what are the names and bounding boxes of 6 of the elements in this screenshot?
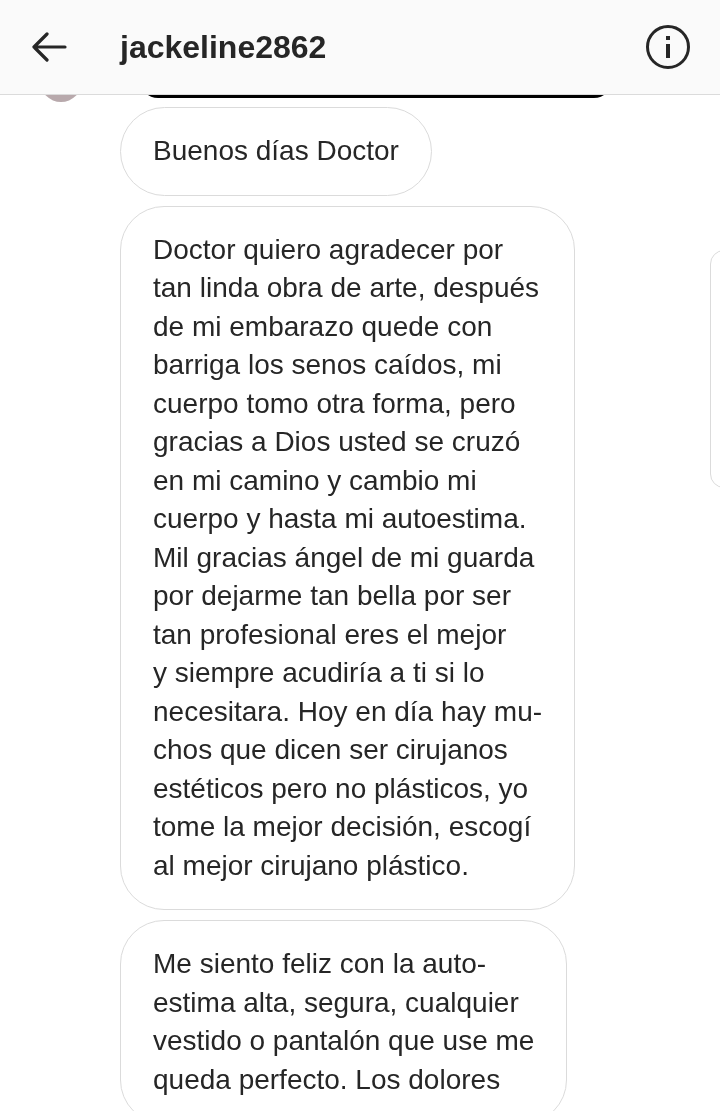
back-icon[interactable] xyxy=(30,30,68,64)
chat-title: jackeline2862 xyxy=(120,28,327,67)
message-text: Buenos días Doctor xyxy=(153,134,399,168)
message-text: Doctor quiero agradecer por tan linda obra de arte, después de mi embarazo quede con barriga los senos caídos, mi cuerpo tomo otra forma, pero gracias a Dios usted se cruzó en mi camino y cambio mi cuerpo y hasta mi autoestima. Mil gracias ángel de mi guarda por dejarme tan bella por ser tan profesional eres el mejor y siempre acudiría a ti si lo necesitara. Hoy en día hay mu- chos que dicen ser cirujanos estéticos pero no plásticos, yo tome la mejor decisión, escogí al mejor cirujano plástico. xyxy=(153,232,543,883)
message-text: Me siento feliz con la auto- estima alta, segura, cualquier vestido o pantalón que use me queda perfecto. Los dolores xyxy=(153,947,535,1097)
info-icon[interactable] xyxy=(646,25,690,69)
